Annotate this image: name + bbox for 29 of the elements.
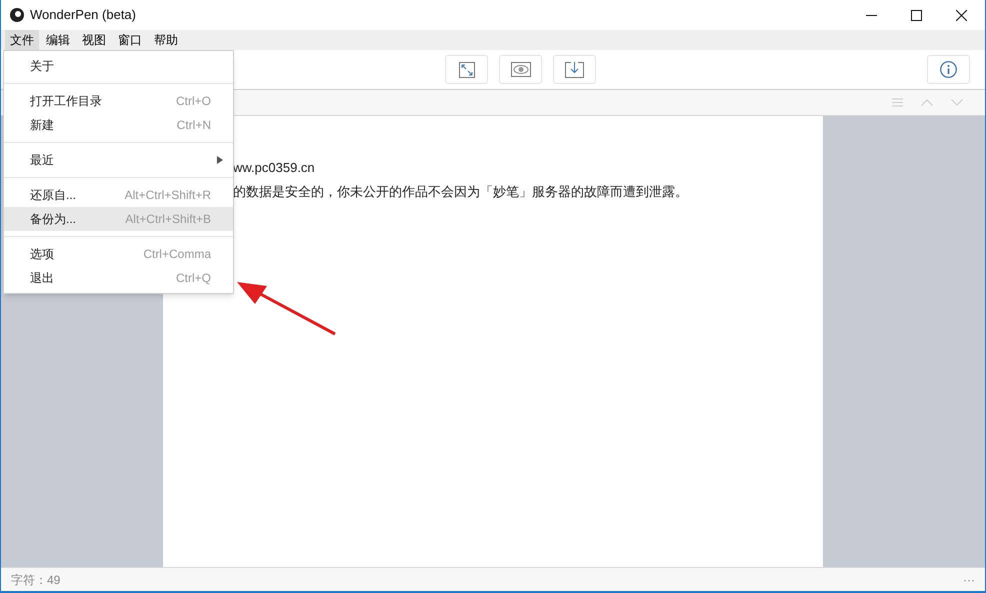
- expand-icon: [458, 62, 474, 78]
- chevron-right-icon: [217, 156, 223, 164]
- download-icon: [565, 62, 584, 78]
- menu-item[interactable]: 新建 Ctrl+N: [4, 113, 233, 137]
- character-count: 字符：49: [11, 572, 60, 588]
- menu-item[interactable]: 还原自... Alt+Ctrl+Shift+R: [4, 183, 233, 207]
- menu-bar-item[interactable]: 窗口: [113, 30, 147, 50]
- info-button[interactable]: [927, 55, 970, 84]
- menu-bar-item[interactable]: 视图: [77, 30, 111, 50]
- eye-icon: [510, 62, 530, 77]
- close-icon[interactable]: [956, 10, 967, 20]
- document-text: 的数据是安全的，你未公开的作品不会因为「妙笔」服务器的故障而遭到泄露。: [233, 183, 689, 201]
- window-title: WonderPen (beta): [30, 6, 136, 24]
- app-logo-icon: [10, 8, 24, 22]
- expand-button[interactable]: [445, 55, 488, 84]
- document-text: ww.pc0359.cn: [233, 159, 316, 177]
- export-button[interactable]: [553, 55, 596, 84]
- menu-bar-item[interactable]: 编辑: [41, 30, 75, 50]
- maximize-icon[interactable]: [911, 10, 922, 20]
- menu-item[interactable]: 最近: [4, 148, 233, 172]
- preview-button[interactable]: [499, 55, 542, 84]
- menu-item[interactable]: 选项 Ctrl+Comma: [4, 242, 233, 266]
- info-icon: [940, 61, 957, 78]
- menu-item[interactable]: 退出 Ctrl+Q: [4, 266, 233, 290]
- menu-item[interactable]: 打开工作目录 Ctrl+O: [4, 89, 233, 113]
- menu-item[interactable]: 备份为... Alt+Ctrl+Shift+B: [4, 207, 233, 231]
- menu-bar-item[interactable]: 文件: [5, 30, 39, 50]
- menu-item[interactable]: 关于: [4, 54, 233, 78]
- menu-bar-item[interactable]: 帮助: [149, 30, 183, 50]
